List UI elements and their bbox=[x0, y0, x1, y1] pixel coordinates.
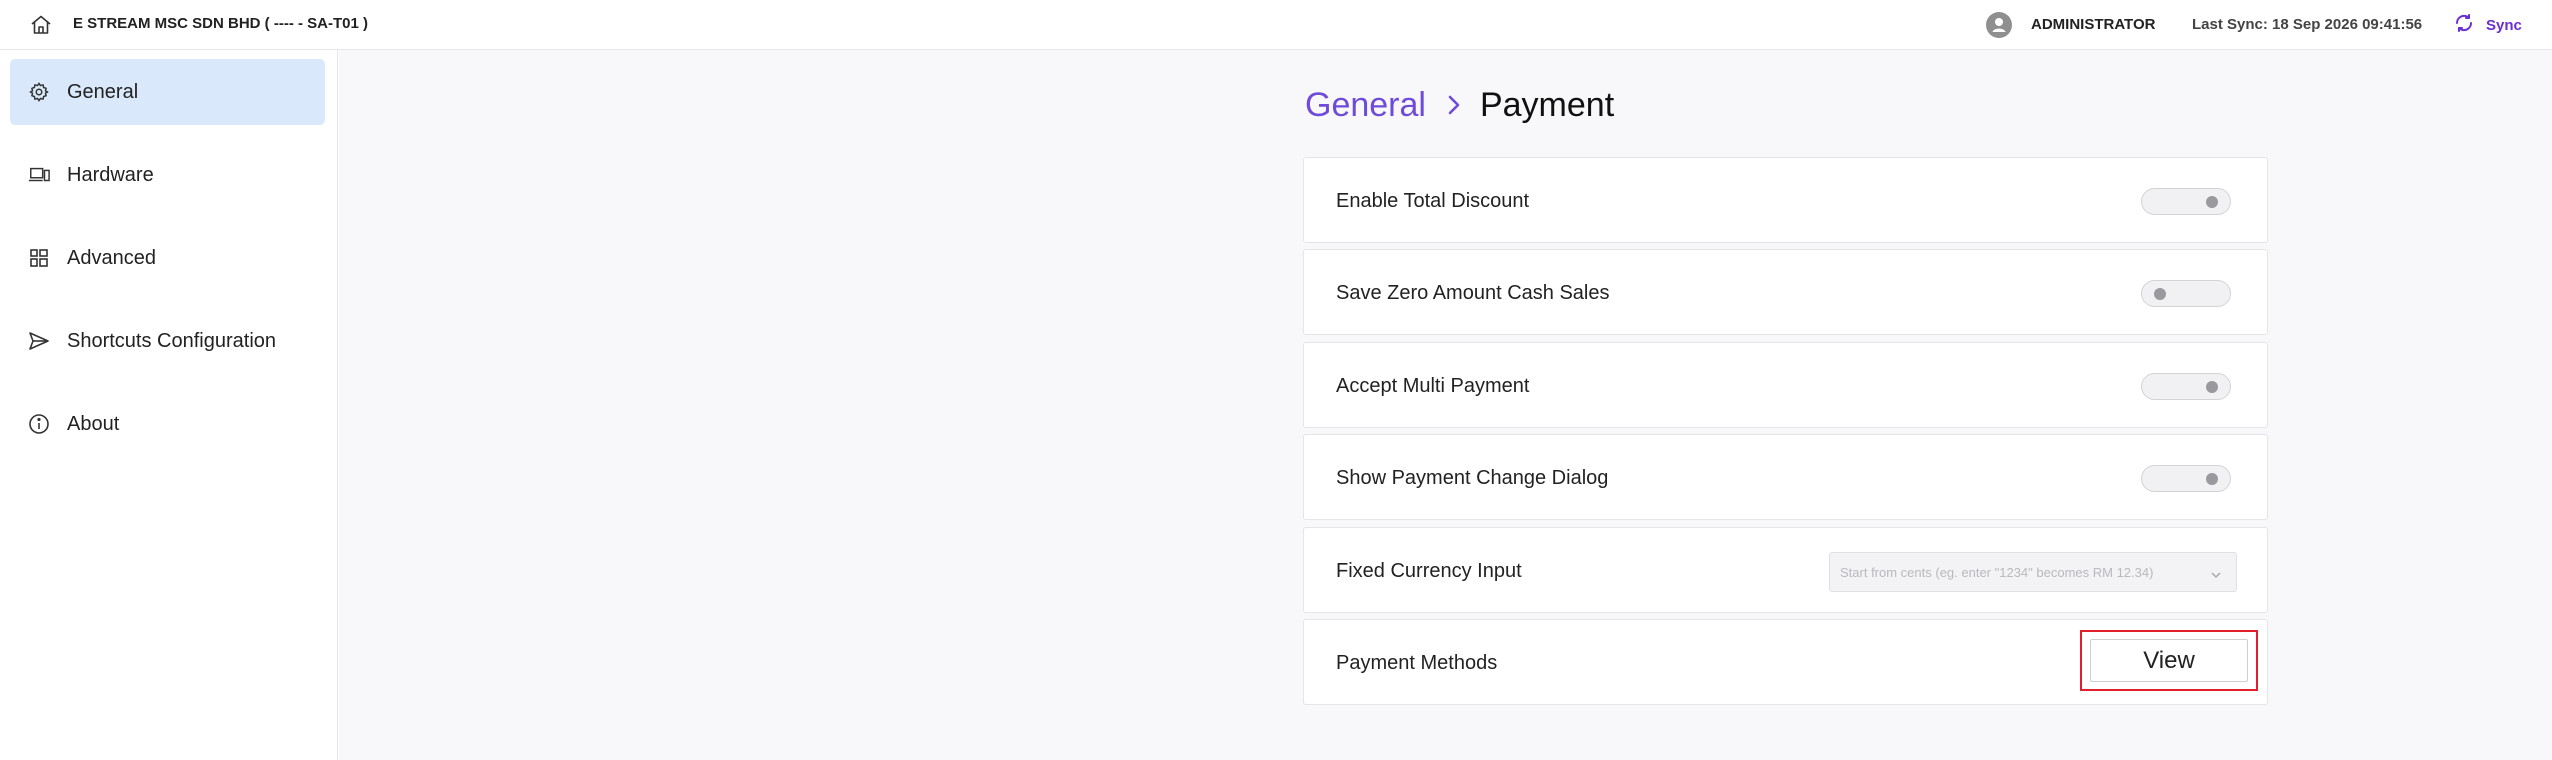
select-placeholder: Start from cents (eg. enter "1234" becom… bbox=[1840, 565, 2154, 580]
sync-button[interactable]: Sync bbox=[2452, 11, 2522, 39]
sidebar: General Hardware Advanced Shortcuts Conf… bbox=[0, 50, 338, 760]
user-avatar[interactable] bbox=[1986, 12, 2012, 38]
view-payment-methods-button[interactable]: View bbox=[2090, 639, 2248, 682]
setting-label: Save Zero Amount Cash Sales bbox=[1336, 282, 1610, 304]
sidebar-item-label: About bbox=[67, 412, 120, 435]
setting-label: Enable Total Discount bbox=[1336, 190, 1530, 212]
sidebar-item-hardware[interactable]: Hardware bbox=[10, 142, 325, 208]
company-name: E STREAM MSC SDN BHD ( ---- - SA-T01 ) bbox=[73, 15, 368, 32]
sidebar-item-advanced[interactable]: Advanced bbox=[10, 225, 325, 291]
enable-total-discount-toggle[interactable] bbox=[2141, 188, 2231, 215]
send-icon bbox=[28, 330, 50, 352]
main-content: General Payment Enable Total Discount Sa… bbox=[339, 50, 2552, 760]
toggle-knob bbox=[2206, 473, 2218, 485]
setting-row-payment-methods: Payment Methods View bbox=[1303, 619, 2268, 705]
breadcrumb-general-link[interactable]: General bbox=[1305, 86, 1426, 125]
sidebar-item-label: Advanced bbox=[67, 246, 156, 269]
fixed-currency-select[interactable]: Start from cents (eg. enter "1234" becom… bbox=[1829, 552, 2237, 592]
setting-label: Accept Multi Payment bbox=[1336, 375, 1530, 397]
view-button-highlight: View bbox=[2080, 630, 2258, 691]
sync-label: Sync bbox=[2486, 16, 2522, 34]
setting-label: Show Payment Change Dialog bbox=[1336, 467, 1609, 489]
setting-row-save-zero-amount: Save Zero Amount Cash Sales bbox=[1303, 249, 2268, 335]
accept-multi-payment-toggle[interactable] bbox=[2141, 373, 2231, 400]
sidebar-item-about[interactable]: About bbox=[10, 391, 325, 457]
setting-row-accept-multi-payment: Accept Multi Payment bbox=[1303, 342, 2268, 428]
setting-row-show-payment-change: Show Payment Change Dialog bbox=[1303, 434, 2268, 520]
setting-row-enable-total-discount: Enable Total Discount bbox=[1303, 157, 2268, 243]
save-zero-amount-toggle[interactable] bbox=[2141, 280, 2231, 307]
toggle-knob bbox=[2206, 381, 2218, 393]
breadcrumb: General Payment bbox=[1305, 83, 1614, 127]
sidebar-item-label: Hardware bbox=[67, 163, 154, 186]
setting-row-fixed-currency-input: Fixed Currency Input Start from cents (e… bbox=[1303, 527, 2268, 613]
toggle-knob bbox=[2154, 288, 2166, 300]
sidebar-item-shortcuts[interactable]: Shortcuts Configuration bbox=[10, 308, 325, 374]
home-icon[interactable] bbox=[29, 13, 53, 37]
devices-icon bbox=[28, 164, 50, 186]
show-payment-change-toggle[interactable] bbox=[2141, 465, 2231, 492]
sync-icon bbox=[2452, 11, 2476, 40]
last-sync-text: Last Sync: 18 Sep 2026 09:41:56 bbox=[2192, 16, 2423, 33]
sidebar-item-label: Shortcuts Configuration bbox=[67, 329, 277, 352]
gear-icon bbox=[28, 81, 50, 103]
info-icon bbox=[28, 413, 50, 435]
sidebar-item-general[interactable]: General bbox=[10, 59, 325, 125]
user-name[interactable]: ADMINISTRATOR bbox=[2031, 16, 2155, 33]
page-title: Payment bbox=[1479, 85, 1615, 124]
toggle-knob bbox=[2206, 196, 2218, 208]
chevron-down-icon bbox=[2210, 567, 2222, 585]
sidebar-item-label: General bbox=[67, 80, 139, 103]
setting-label: Fixed Currency Input bbox=[1336, 560, 1522, 582]
chevron-right-icon bbox=[1446, 93, 1462, 117]
top-bar: E STREAM MSC SDN BHD ( ---- - SA-T01 ) A… bbox=[0, 0, 2552, 50]
dashboard-icon bbox=[28, 247, 50, 269]
setting-label: Payment Methods bbox=[1336, 652, 1498, 674]
